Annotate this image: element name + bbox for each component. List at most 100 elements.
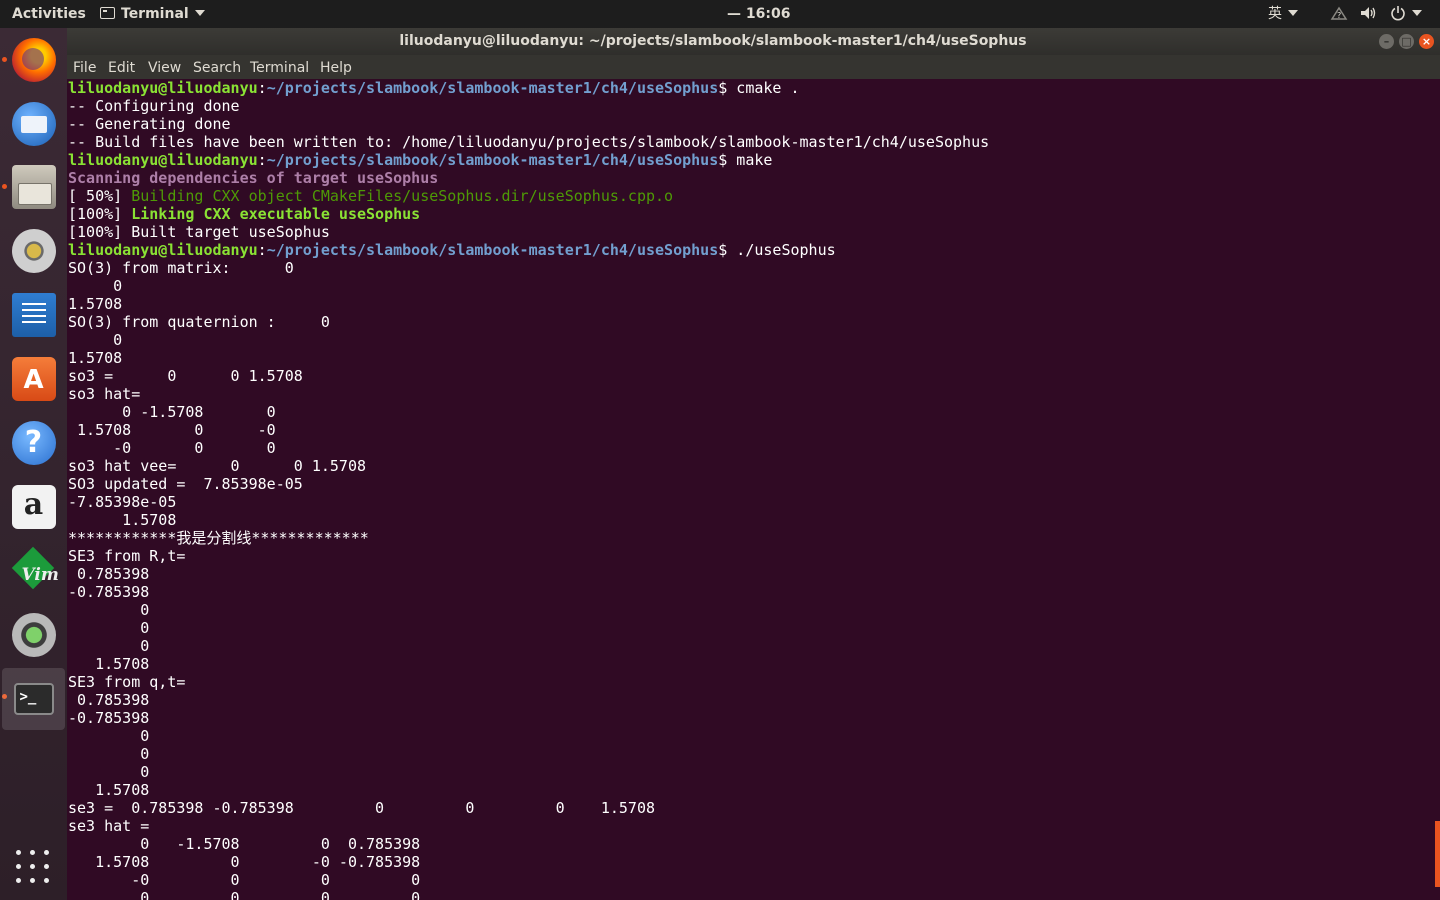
menu-file[interactable]: File xyxy=(73,55,96,81)
terminal-line: 0 xyxy=(68,277,989,295)
output-text: -0.785398 xyxy=(68,709,150,727)
prompt-user: liluodanyu@liluodanyu xyxy=(68,241,258,259)
scrollbar-thumb[interactable] xyxy=(1435,821,1440,887)
build-progress: [ 50%] xyxy=(68,187,132,205)
prompt-path: ~/projects/slambook/slambook-master1/ch4… xyxy=(266,79,719,97)
terminal-line: -- Generating done xyxy=(68,115,989,133)
dock-files[interactable] xyxy=(6,159,61,214)
power-icon xyxy=(1391,6,1405,21)
output-text: se3 = 0.785398 -0.785398 0 0 0 1.5708 xyxy=(68,799,655,817)
terminal-line: se3 hat = xyxy=(68,817,989,835)
terminal-lines: liluodanyu@liluodanyu:~/projects/slamboo… xyxy=(68,79,989,900)
output-text: so3 hat vee= 0 0 1.5708 xyxy=(68,457,367,475)
output-text: 0 xyxy=(68,619,150,637)
output-text: 1.5708 xyxy=(68,349,123,367)
terminal-icon: >_ xyxy=(13,683,54,715)
activities-button[interactable]: Activities xyxy=(12,0,86,28)
terminal-line: SE3 from q,t= xyxy=(68,673,989,691)
terminal-line: -0 0 0 xyxy=(68,439,989,457)
output-text: [100%] Built target useSophus xyxy=(68,223,330,241)
terminal-line: liluodanyu@liluodanyu:~/projects/slamboo… xyxy=(68,79,989,97)
build-step: Building CXX object CMakeFiles/useSophus… xyxy=(131,187,674,205)
terminal-line: -7.85398e-05 xyxy=(68,493,989,511)
output-text: 1.5708 0 -0 xyxy=(68,421,276,439)
output-text: -- Configuring done xyxy=(68,97,240,115)
terminal-line: 0 xyxy=(68,601,989,619)
prompt-user: liluodanyu@liluodanyu xyxy=(68,79,258,97)
dock-amazon[interactable]: a xyxy=(6,479,61,534)
menu-terminal[interactable]: Terminal xyxy=(250,55,309,81)
settings-icon xyxy=(11,612,56,657)
build-progress: [100%] xyxy=(68,205,132,223)
prompt-user: liluodanyu@liluodanyu xyxy=(68,151,258,169)
output-text: -0.785398 xyxy=(68,583,150,601)
volume-icon[interactable] xyxy=(1360,0,1378,28)
maximize-button[interactable]: □ xyxy=(1399,34,1414,49)
prompt-separator: : xyxy=(257,79,267,97)
terminal-line: Scanning dependencies of target useSophu… xyxy=(68,169,989,187)
terminal-line: se3 = 0.785398 -0.785398 0 0 0 1.5708 xyxy=(68,799,989,817)
prompt-path: ~/projects/slambook/slambook-master1/ch4… xyxy=(266,151,719,169)
dock-help[interactable]: ? xyxy=(6,415,61,470)
power-menu[interactable] xyxy=(1390,0,1422,28)
minimize-button[interactable]: – xyxy=(1379,34,1394,49)
chevron-down-icon xyxy=(1288,10,1298,16)
output-text: SE3 from q,t= xyxy=(68,673,186,691)
output-text: -7.85398e-05 xyxy=(68,493,177,511)
network-icon[interactable]: ? xyxy=(1330,0,1348,28)
terminal-output[interactable]: liluodanyu@liluodanyu:~/projects/slamboo… xyxy=(67,79,1440,900)
terminal-line: [100%] Built target useSophus xyxy=(68,223,989,241)
terminal-line: so3 hat vee= 0 0 1.5708 xyxy=(68,457,989,475)
window-titlebar[interactable]: liluodanyu@liluodanyu: ~/projects/slambo… xyxy=(67,28,1440,55)
svg-text:?: ? xyxy=(1337,11,1341,20)
close-button[interactable]: × xyxy=(1419,34,1434,49)
output-text: 1.5708 xyxy=(68,295,123,313)
terminal-line: -0.785398 xyxy=(68,583,989,601)
output-text: SO(3) from quaternion : 0 xyxy=(68,313,330,331)
files-icon xyxy=(11,164,56,209)
terminal-line: -- Configuring done xyxy=(68,97,989,115)
terminal-line: 0 0 0 0 xyxy=(68,889,989,900)
dock-rhythmbox[interactable] xyxy=(6,223,61,278)
output-text: 0.785398 xyxy=(68,691,150,709)
show-applications-button[interactable] xyxy=(16,850,50,884)
terminal-line: 1.5708 0 -0 -0.785398 xyxy=(68,853,989,871)
terminal-line: SO(3) from matrix: 0 xyxy=(68,259,989,277)
dock-software[interactable]: A xyxy=(6,351,61,406)
terminal-line: 0 xyxy=(68,331,989,349)
dock-settings[interactable] xyxy=(6,607,61,662)
dock-terminal[interactable]: >_ xyxy=(2,668,65,730)
output-text: 0 -1.5708 0 xyxy=(68,403,276,421)
output-text: so3 = 0 0 1.5708 xyxy=(68,367,303,385)
menu-view[interactable]: View xyxy=(148,55,181,81)
terminal-line: 1.5708 xyxy=(68,295,989,313)
input-method-indicator[interactable]: 英 xyxy=(1268,0,1298,28)
output-text: so3 hat= xyxy=(68,385,141,403)
vim-icon xyxy=(12,549,59,593)
app-menu-button[interactable]: Terminal xyxy=(100,0,205,28)
store-icon: A xyxy=(11,356,56,401)
dock-vim[interactable] xyxy=(6,543,61,598)
terminal-line: 0 -1.5708 0 0.785398 xyxy=(68,835,989,853)
dock-thunderbird[interactable] xyxy=(6,96,61,151)
output-text: 0.785398 xyxy=(68,565,150,583)
output-text: 0 xyxy=(68,727,150,745)
terminal-small-icon xyxy=(100,7,115,19)
output-text: 1.5708 0 -0 -0.785398 xyxy=(68,853,421,871)
dock-writer[interactable] xyxy=(6,287,61,342)
menu-edit[interactable]: Edit xyxy=(108,55,135,81)
clock[interactable]: — 16:06 xyxy=(727,0,790,28)
menu-help[interactable]: Help xyxy=(320,55,352,81)
terminal-line: 1.5708 xyxy=(68,655,989,673)
menu-search[interactable]: Search xyxy=(193,55,241,81)
prompt-command: $ make xyxy=(718,151,773,169)
output-text: 0 xyxy=(68,745,150,763)
terminal-line: 0 xyxy=(68,763,989,781)
output-text: 0 xyxy=(68,331,123,349)
top-panel: Activities Terminal — 16:06 英 ? xyxy=(0,0,1440,28)
terminal-line: 0 xyxy=(68,727,989,745)
terminal-line: 0 -1.5708 0 xyxy=(68,403,989,421)
chevron-down-icon xyxy=(1412,10,1422,16)
terminal-line: 1.5708 0 -0 xyxy=(68,421,989,439)
terminal-line: 0 xyxy=(68,637,989,655)
